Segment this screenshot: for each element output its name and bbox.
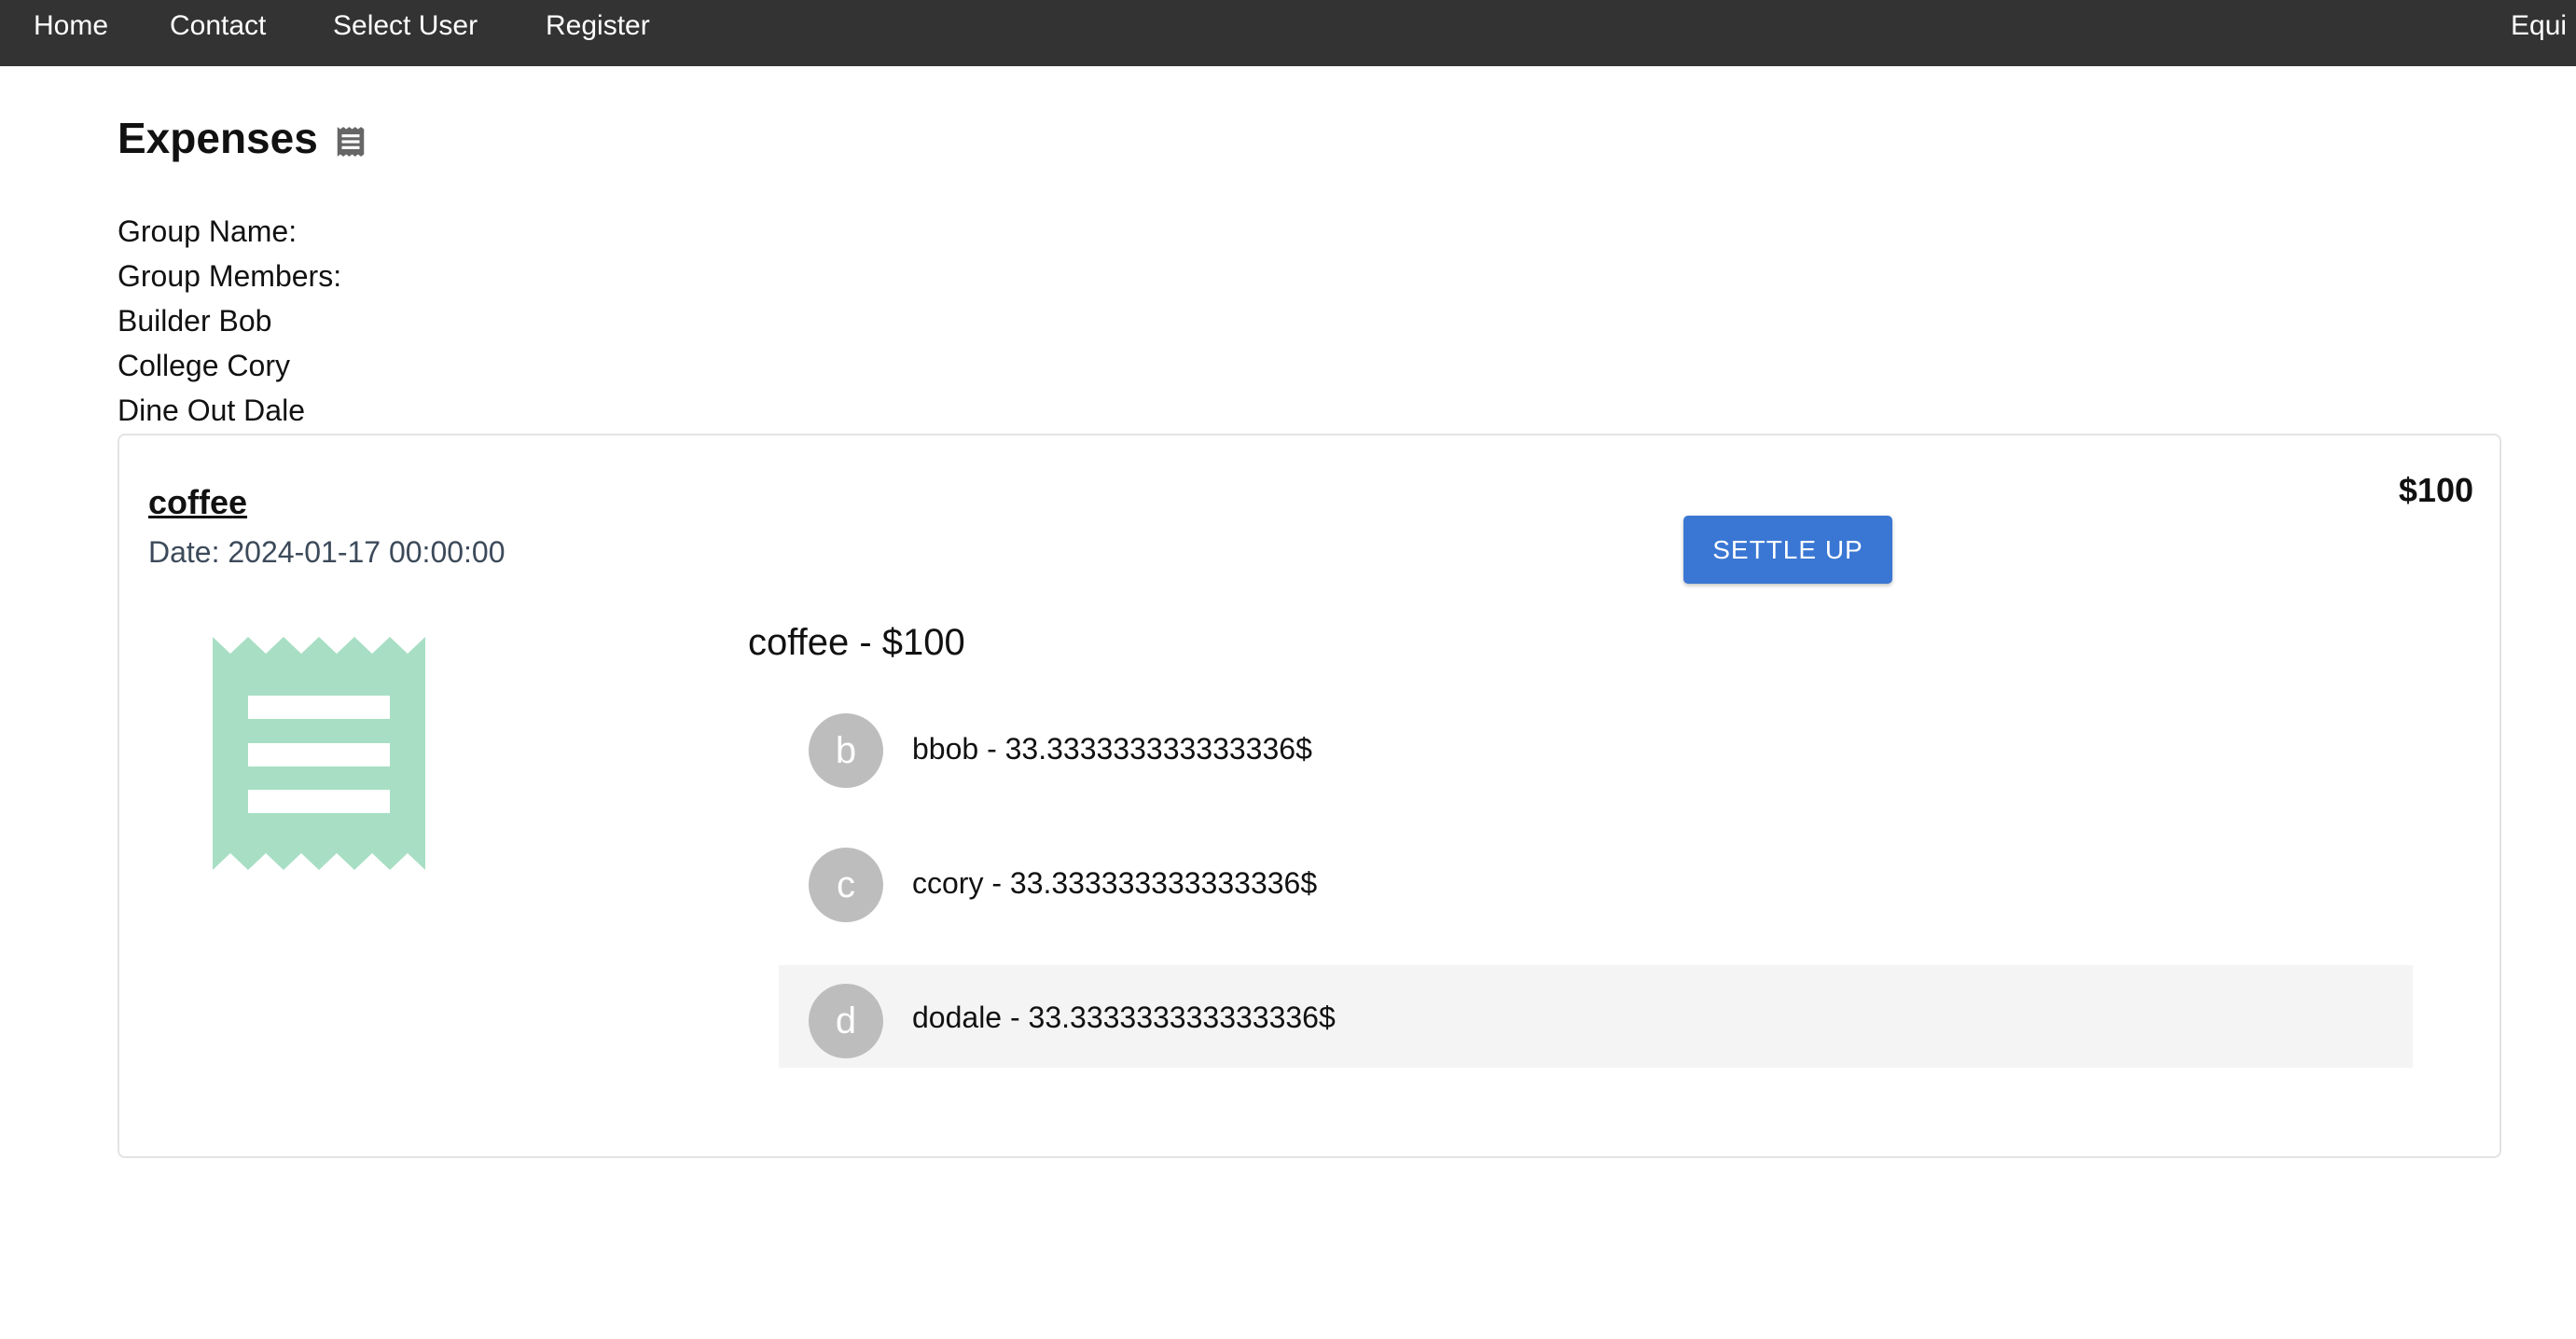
group-member: Dine Out Dale xyxy=(118,393,305,427)
split-text: bbob - 33.333333333333336$ xyxy=(912,732,1312,766)
nav-contact-link[interactable]: Contact xyxy=(170,7,266,45)
split-text: dodale - 33.333333333333336$ xyxy=(912,1001,1336,1034)
receipt-icon xyxy=(337,127,365,157)
nav-right-link[interactable]: Equi xyxy=(2511,7,2567,45)
expense-amount: $100 xyxy=(2398,471,2473,509)
avatar: c xyxy=(809,848,883,922)
group-member: College Cory xyxy=(118,349,290,382)
split-row[interactable]: b bbob - 33.333333333333336$ xyxy=(779,688,2413,791)
nav-select-user-link[interactable]: Select User xyxy=(333,7,478,45)
split-header: coffee - $100 xyxy=(748,622,965,663)
group-members-label: Group Members: xyxy=(118,259,342,293)
top-navbar: Home Contact Select User Register Equi xyxy=(0,0,2576,66)
split-text: ccory - 33.333333333333336$ xyxy=(912,866,1318,900)
avatar: b xyxy=(809,713,883,788)
nav-register-link[interactable]: Register xyxy=(546,7,650,45)
page-title: Expenses xyxy=(118,114,318,162)
nav-home-link[interactable]: Home xyxy=(34,7,108,45)
split-row[interactable]: c ccory - 33.333333333333336$ xyxy=(779,822,2413,925)
expense-date: Date: 2024-01-17 00:00:00 xyxy=(148,535,506,569)
receipt-icon xyxy=(213,637,425,870)
split-row[interactable]: d dodale - 33.333333333333336$ xyxy=(779,965,2413,1068)
group-name-label: Group Name: xyxy=(118,214,298,248)
avatar: d xyxy=(809,984,883,1058)
settle-up-button[interactable]: SETTLE UP xyxy=(1683,516,1892,584)
expense-title-link[interactable]: coffee xyxy=(148,480,247,525)
group-member: Builder Bob xyxy=(118,304,272,338)
